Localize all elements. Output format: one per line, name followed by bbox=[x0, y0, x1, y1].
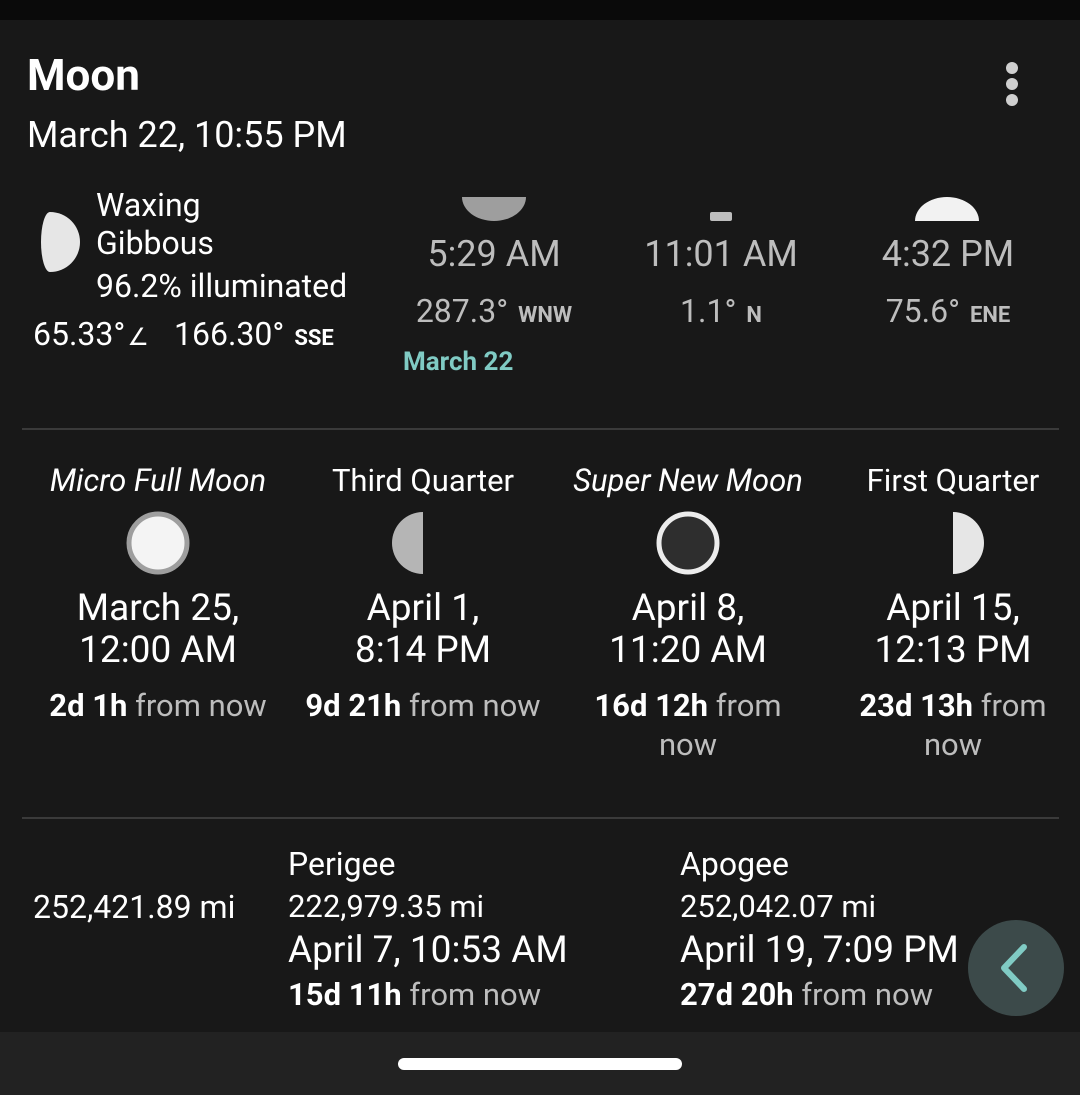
new-moon-icon bbox=[656, 511, 720, 575]
more-vertical-icon[interactable] bbox=[994, 58, 1030, 110]
home-gesture-handle[interactable] bbox=[398, 1058, 682, 1070]
altitude-readout: 65.33°∠ bbox=[33, 315, 149, 356]
moonrise-icon bbox=[462, 197, 526, 221]
phase-item-third-quarter[interactable]: Third Quarter April 1, 8:14 PM 9d 21h fro… bbox=[298, 462, 548, 725]
perigee-date: April 7, 10:53 AM bbox=[288, 929, 568, 972]
rise-set-date[interactable]: March 22 bbox=[403, 346, 513, 378]
phase-date: April 15, 12:13 PM bbox=[874, 587, 1032, 672]
moonrise-column: 5:29 AM 287.3° WNW bbox=[384, 233, 604, 336]
moon-transit-icon bbox=[710, 212, 732, 221]
phase-date: April 1, 8:14 PM bbox=[354, 587, 492, 672]
moonset-azimuth: 75.6° ENE bbox=[885, 292, 1011, 330]
azimuth-direction: SSE bbox=[294, 326, 334, 351]
moonrise-time: 5:29 AM bbox=[427, 233, 561, 275]
altitude-value: 65.33° bbox=[33, 315, 126, 353]
first-quarter-icon bbox=[953, 512, 984, 574]
phase-item-first-quarter[interactable]: First Quarter April 15, 12:13 PM 23d 13h … bbox=[828, 462, 1078, 764]
moonset-icon bbox=[915, 197, 979, 221]
phase-item-full-moon[interactable]: Micro Full Moon March 25, 12:00 AM 2d 1h … bbox=[33, 462, 283, 725]
chevron-left-icon bbox=[1001, 944, 1027, 992]
phase-countdown: 16d 12h from now bbox=[594, 687, 782, 763]
moonset-column: 4:32 PM 75.6° ENE bbox=[838, 233, 1058, 336]
phase-date: April 8, 11:20 AM bbox=[609, 587, 767, 672]
phase-date: March 25, 12:00 AM bbox=[76, 587, 240, 672]
page-title: Moon bbox=[27, 49, 140, 101]
phase-name-line1: Waxing bbox=[96, 186, 201, 224]
phase-countdown: 23d 13h from now bbox=[859, 687, 1047, 763]
perigee-countdown: 15d 11h from now bbox=[288, 976, 542, 1013]
perigee-distance: 222,979.35 mi bbox=[288, 888, 485, 925]
phase-name-line2: Gibbous bbox=[96, 224, 214, 262]
phase-label: Third Quarter bbox=[331, 462, 515, 499]
third-quarter-icon bbox=[392, 512, 423, 574]
transit-time: 11:01 AM bbox=[644, 233, 798, 275]
apogee-block[interactable]: Apogee 252,042.07 mi April 19, 7:09 PM 2… bbox=[680, 845, 959, 1014]
back-button[interactable] bbox=[968, 920, 1064, 1016]
perigee-label: Perigee bbox=[288, 845, 396, 883]
divider bbox=[22, 817, 1059, 819]
status-bar bbox=[0, 0, 1080, 20]
full-moon-icon bbox=[126, 511, 190, 575]
transit-column: 11:01 AM 1.1° N bbox=[611, 233, 831, 336]
waxing-gibbous-icon bbox=[41, 212, 80, 272]
apogee-date: April 19, 7:09 PM bbox=[680, 929, 959, 972]
divider bbox=[22, 428, 1059, 430]
phase-countdown: 2d 1h from now bbox=[49, 687, 267, 724]
phase-label: Micro Full Moon bbox=[49, 462, 267, 499]
current-distance: 252,421.89 mi bbox=[33, 888, 236, 926]
apogee-distance: 252,042.07 mi bbox=[680, 888, 877, 925]
azimuth-readout: 166.30° SSE bbox=[174, 315, 334, 358]
page-subtitle: March 22, 10:55 PM bbox=[27, 114, 347, 156]
moonset-time: 4:32 PM bbox=[881, 233, 1015, 275]
phase-countdown: 9d 21h from now bbox=[305, 687, 541, 724]
perigee-block[interactable]: Perigee 222,979.35 mi April 7, 10:53 AM … bbox=[288, 845, 568, 1014]
transit-azimuth: 1.1° N bbox=[680, 292, 762, 330]
phase-label: Super New Moon bbox=[573, 462, 803, 499]
azimuth-value: 166.30° bbox=[174, 315, 285, 353]
illumination-value: 96.2% illuminated bbox=[96, 267, 348, 305]
moonrise-azimuth: 287.3° WNW bbox=[415, 292, 573, 330]
apogee-countdown: 27d 20h from now bbox=[680, 976, 934, 1013]
phase-item-new-moon[interactable]: Super New Moon April 8, 11:20 AM 16d 12h … bbox=[563, 462, 813, 764]
phase-label: First Quarter bbox=[866, 462, 1040, 499]
apogee-label: Apogee bbox=[680, 845, 789, 883]
angle-icon: ∠ bbox=[127, 323, 149, 351]
